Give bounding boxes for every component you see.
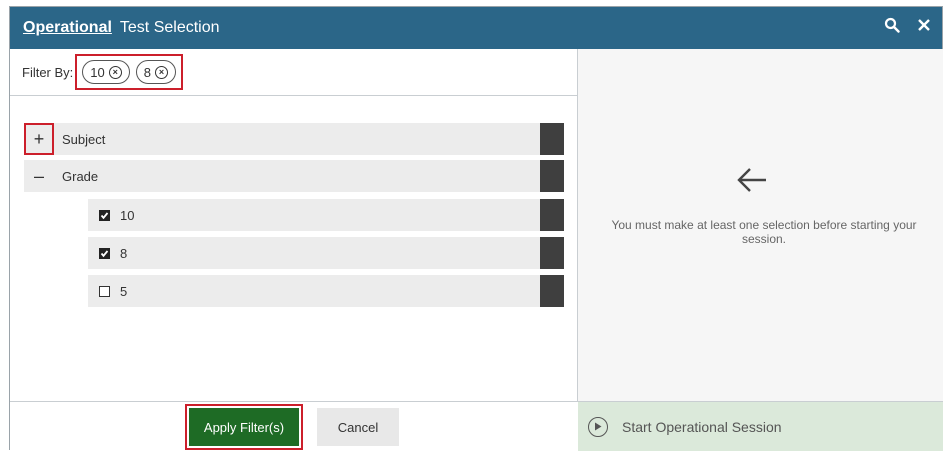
grade-item-label: 5 [120, 283, 128, 299]
apply-button-highlight: Apply Filter(s) [185, 404, 303, 450]
collapse-grade-icon[interactable]: – [24, 160, 54, 192]
expand-subject-icon[interactable]: + [24, 123, 54, 155]
search-icon[interactable] [884, 17, 900, 33]
checkbox-checked-icon[interactable] [99, 247, 110, 259]
filter-chips: 10 × 8 × [75, 54, 183, 90]
row-handle[interactable] [540, 237, 564, 269]
checkbox-checked-icon[interactable] [99, 209, 110, 221]
start-session-label: Start Operational Session [622, 418, 782, 435]
selection-required-message: You must make at least one selection bef… [611, 218, 917, 246]
grade-item-label: 8 [120, 245, 128, 261]
test-selection-dialog: Operational Test Selection Filter By: 10… [9, 6, 943, 451]
tree-row-label: Grade [62, 168, 99, 184]
apply-filters-button[interactable]: Apply Filter(s) [189, 408, 299, 446]
tree-row-label: Subject [62, 131, 106, 147]
session-panel: You must make at least one selection bef… [578, 49, 943, 451]
filter-by-label: Filter By: [22, 64, 74, 80]
play-icon [588, 416, 608, 437]
dialog-titlebar: Operational Test Selection [10, 7, 942, 49]
checkbox-unchecked-icon[interactable] [99, 285, 110, 297]
grade-item-10[interactable]: 10 [88, 199, 564, 231]
start-session-bar[interactable]: Start Operational Session [578, 401, 943, 451]
row-handle[interactable] [540, 160, 564, 192]
dialog-title-operational[interactable]: Operational [23, 19, 112, 37]
grade-item-8[interactable]: 8 [88, 237, 564, 269]
row-handle[interactable] [540, 275, 564, 307]
tree-row-grade[interactable]: – Grade [24, 160, 564, 192]
dialog-title: Test Selection [119, 19, 220, 36]
filter-chip-8[interactable]: 8 × [135, 60, 176, 84]
grade-item-5[interactable]: 5 [88, 275, 564, 307]
remove-chip-icon[interactable]: × [155, 65, 168, 79]
row-handle[interactable] [540, 199, 564, 231]
filter-bar: Filter By: 10 × 8 × [10, 49, 578, 96]
cancel-button[interactable]: Cancel [317, 408, 399, 446]
filter-panel: Filter By: 10 × 8 × + Subject – Grade 10… [10, 49, 578, 451]
filter-footer: Apply Filter(s) Cancel [10, 401, 578, 451]
remove-chip-icon[interactable]: × [108, 65, 122, 79]
close-icon[interactable] [916, 17, 932, 33]
tree-row-subject[interactable]: + Subject [24, 123, 564, 155]
grade-item-label: 10 [120, 207, 135, 223]
filter-chip-10[interactable]: 10 × [82, 60, 130, 84]
row-handle[interactable] [540, 123, 564, 155]
arrow-left-icon [736, 167, 768, 198]
filter-chip-label: 8 [143, 64, 151, 80]
filter-chip-label: 10 [90, 64, 105, 80]
